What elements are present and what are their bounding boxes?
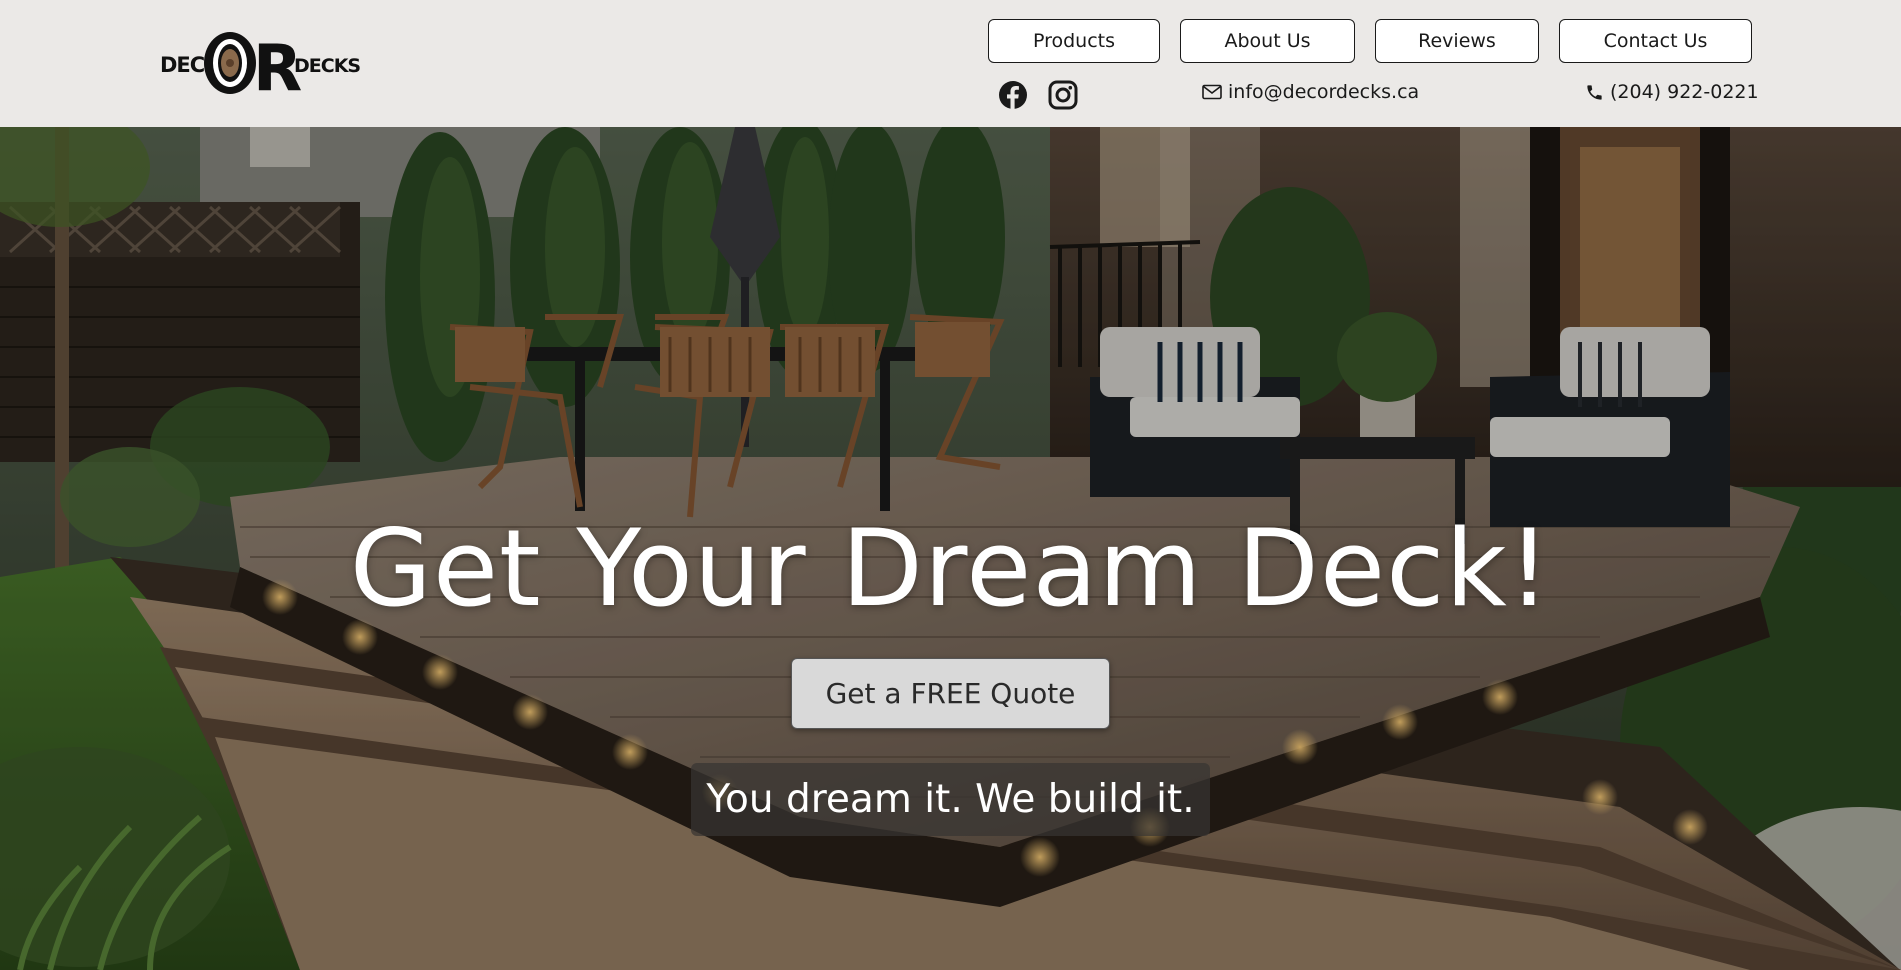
nav-reviews-button[interactable]: Reviews — [1375, 19, 1539, 63]
svg-text:DEC: DEC — [160, 53, 205, 77]
svg-text:DECKS: DECKS — [294, 55, 360, 77]
site-logo[interactable]: DEC R DECKS — [160, 30, 374, 96]
facebook-icon[interactable] — [996, 78, 1030, 112]
email-text: info@decordecks.ca — [1228, 81, 1420, 103]
phone-text: (204) 922-0221 — [1610, 81, 1759, 103]
logo-graphic: DEC R DECKS — [160, 32, 361, 96]
phone-link[interactable]: (204) 922-0221 — [1583, 81, 1759, 103]
envelope-icon — [1201, 81, 1223, 103]
hero-tagline: You dream it. We build it. — [691, 763, 1210, 836]
nav-about-button[interactable]: About Us — [1180, 19, 1355, 63]
hero-section: Get Your Dream Deck! Get a FREE Quote Yo… — [0, 127, 1901, 970]
nav-contact-button[interactable]: Contact Us — [1559, 19, 1752, 63]
main-nav: Products About Us Reviews Contact Us — [988, 19, 1752, 63]
social-links — [996, 78, 1080, 112]
free-quote-button[interactable]: Get a FREE Quote — [791, 658, 1110, 729]
hero-title: Get Your Dream Deck! — [349, 507, 1552, 630]
phone-icon — [1583, 81, 1605, 103]
instagram-icon[interactable] — [1046, 78, 1080, 112]
nav-products-button[interactable]: Products — [988, 19, 1160, 63]
site-header: DEC R DECKS Products About Us Reviews Co… — [0, 0, 1901, 127]
email-link[interactable]: info@decordecks.ca — [1201, 81, 1419, 103]
